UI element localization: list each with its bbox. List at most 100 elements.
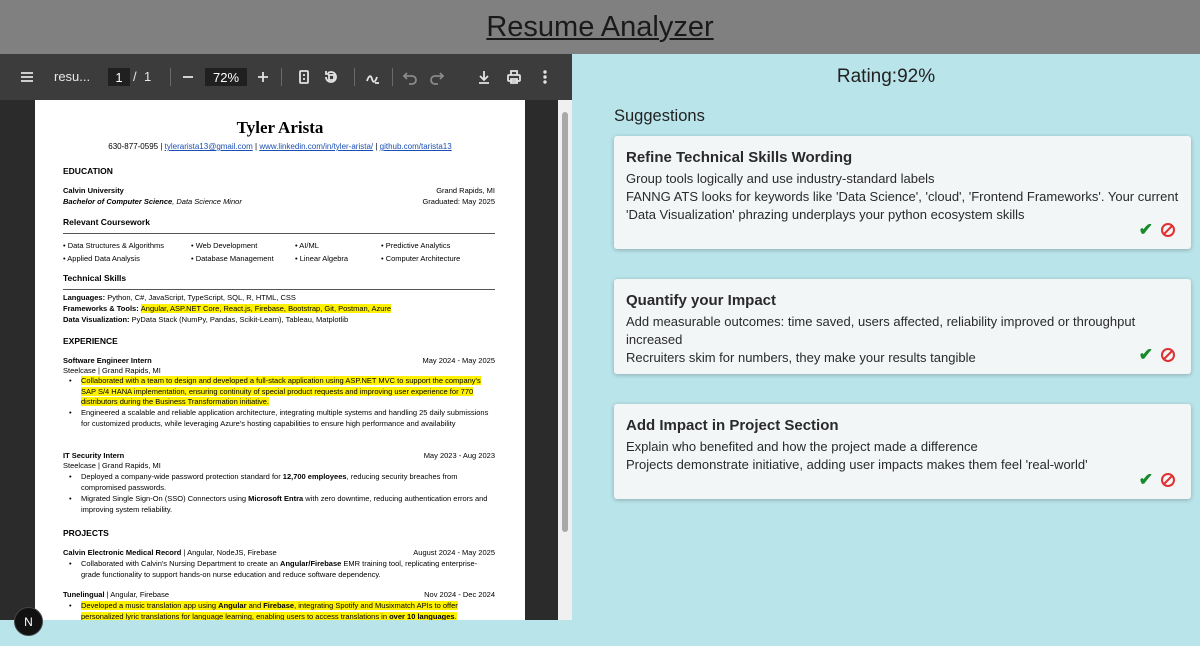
menu-icon[interactable] (16, 66, 38, 88)
projects-heading: PROJECTS (63, 528, 109, 538)
project-title-row: Calvin Electronic Medical Record | Angul… (63, 548, 495, 557)
suggestion-reason: Projects demonstrate initiative, adding … (626, 457, 1088, 472)
project-dates: August 2024 - May 2025 (413, 548, 495, 557)
suggestion-title: Quantify your Impact (626, 292, 777, 309)
job-bullet: Migrated Single Sign-On (SSO) Connectors… (69, 494, 495, 515)
bullet-text: . (454, 611, 457, 620)
resume-name: Tyler Arista (236, 118, 324, 137)
app-header: Resume Analyzer (0, 0, 1200, 54)
section-rule (63, 289, 495, 290)
toolbar-divider (354, 68, 355, 86)
job-company: Steelcase | Grand Rapids, MI (63, 461, 161, 470)
suggestion-card: Quantify your Impact Add measurable outc… (614, 279, 1191, 374)
next-dev-button[interactable]: N (14, 607, 43, 636)
more-options-icon[interactable] (534, 66, 556, 88)
toolbar-divider (392, 68, 393, 86)
coursework-item: Web Development (191, 241, 258, 250)
job-title: IT Security Intern (63, 451, 125, 460)
project-title-row: Tunelingual | Angular, Firebase Nov 2024… (63, 590, 495, 599)
education-degree-row: Bachelor of Computer Science, Data Scien… (63, 197, 495, 206)
coursework-item: AI/ML (295, 241, 319, 250)
coursework-heading: Relevant Coursework (63, 217, 150, 227)
bullet-bold: over 10 languages (389, 611, 455, 620)
bullet-bold: Firebase (263, 601, 295, 610)
pdf-toolbar: resu... 1 / 1 72% (0, 54, 572, 100)
project-dates: Nov 2024 - Dec 2024 (424, 590, 495, 599)
suggestion-title: Refine Technical Skills Wording (626, 149, 853, 166)
skills-languages-label: Languages: (63, 293, 108, 302)
project-bullet: Collaborated with Calvin's Nursing Depar… (69, 559, 495, 580)
bullet-text: Migrated Single Sign-On (SSO) Connectors… (81, 494, 249, 503)
bullet-bold: Angular/Firebase (280, 559, 342, 568)
skills-viz-value: PyData Stack (NumPy, Pandas, Scikit-Lear… (131, 315, 349, 324)
skills-frameworks: Frameworks & Tools: Angular, ASP.NET Cor… (63, 304, 495, 313)
pdf-scrollbar[interactable] (558, 100, 572, 620)
section-rule (63, 233, 495, 234)
education-location: Grand Rapids, MI (436, 186, 495, 195)
bullet-text: Deployed a company-wide password protect… (81, 472, 283, 481)
suggestion-actions: ✔ (1139, 471, 1175, 488)
suggestion-actions: ✔ (1139, 221, 1175, 238)
accept-check-icon[interactable]: ✔ (1139, 221, 1153, 238)
job-bullet: Deployed a company-wide password protect… (69, 472, 495, 493)
download-icon[interactable] (473, 66, 495, 88)
page-separator: / (133, 69, 137, 84)
education-heading: EDUCATION (63, 166, 113, 176)
project-bullet: Developed a music translation app using … (69, 601, 495, 620)
skills-viz-label: Data Visualization: (63, 315, 132, 324)
skills-visualization: Data Visualization: PyData Stack (NumPy,… (63, 315, 495, 324)
education-school: Calvin University (63, 186, 124, 195)
coursework-item: Database Management (191, 254, 274, 263)
bullet-bold: Microsoft Entra (248, 494, 304, 503)
coursework-item: Computer Architecture (381, 254, 461, 263)
suggestion-title: Add Impact in Project Section (626, 417, 839, 434)
reject-icon[interactable] (1161, 347, 1175, 362)
bullet-text: Developed a music translation app using (81, 601, 219, 610)
bullet-text: and (246, 601, 264, 610)
suggestion-action: Explain who benefited and how the projec… (626, 439, 978, 454)
suggestion-action: Group tools logically and use industry-s… (626, 171, 935, 186)
pdf-filename: resu... (54, 69, 91, 84)
accept-check-icon[interactable]: ✔ (1139, 471, 1153, 488)
skills-heading: Technical Skills (63, 273, 127, 283)
rotate-icon[interactable] (320, 66, 342, 88)
resume-page: Tyler Arista 630-877-0595 | tylerarista1… (35, 100, 525, 620)
zoom-out-icon[interactable] (177, 66, 199, 88)
contact-email-link[interactable]: tylerarista13@gmail.com (165, 142, 253, 151)
resume-contact: 630-877-0595 | tylerarista13@gmail.com |… (35, 142, 525, 151)
coursework-item: Predictive Analytics (381, 241, 451, 250)
coursework-item: Applied Data Analysis (63, 254, 140, 263)
reject-icon[interactable] (1161, 222, 1175, 237)
job-bullet-text: Collaborated with a team to design and d… (81, 376, 481, 407)
toolbar-divider (170, 68, 171, 86)
contact-linkedin-link[interactable]: www.linkedin.com/in/tyler-arista/ (259, 142, 373, 151)
coursework-item: Data Structures & Algorithms (63, 241, 164, 250)
accept-check-icon[interactable]: ✔ (1139, 346, 1153, 363)
scrollbar-thumb[interactable] (562, 112, 568, 532)
coursework-item: Linear Algebra (295, 254, 348, 263)
zoom-level-input[interactable]: 72% (205, 68, 247, 86)
project-title: Tunelingual (63, 590, 105, 599)
print-icon[interactable] (503, 66, 525, 88)
job-company: Steelcase | Grand Rapids, MI (63, 366, 161, 375)
redo-icon[interactable] (426, 66, 448, 88)
bullet-bold: Angular (218, 601, 247, 610)
education-school-row: Calvin University Grand Rapids, MI (63, 186, 495, 195)
contact-github-link[interactable]: github.com/tarista13 (380, 142, 452, 151)
annotate-icon[interactable] (362, 66, 384, 88)
bullet-bold: 12,700 employees (282, 472, 347, 481)
pdf-viewer[interactable]: resu... 1 / 1 72% Tyler Arista 630-877-0… (0, 54, 572, 620)
contact-phone: 630-877-0595 | (108, 142, 165, 151)
suggestions-heading: Suggestions (614, 107, 705, 125)
reject-icon[interactable] (1161, 472, 1175, 487)
page-number-input[interactable]: 1 (108, 68, 130, 86)
project-tech: | Angular, NodeJS, Firebase (181, 548, 277, 557)
undo-icon[interactable] (399, 66, 421, 88)
skills-languages-value: Python, C#, JavaScript, TypeScript, SQL,… (107, 293, 296, 302)
education-graduated: Graduated: May 2025 (422, 197, 495, 206)
experience-heading: EXPERIENCE (63, 336, 118, 346)
zoom-in-icon[interactable] (252, 66, 274, 88)
bullet-text: Collaborated with Calvin's Nursing Depar… (81, 559, 281, 568)
job-bullet: Collaborated with a team to design and d… (69, 376, 495, 408)
fit-page-icon[interactable] (293, 66, 315, 88)
